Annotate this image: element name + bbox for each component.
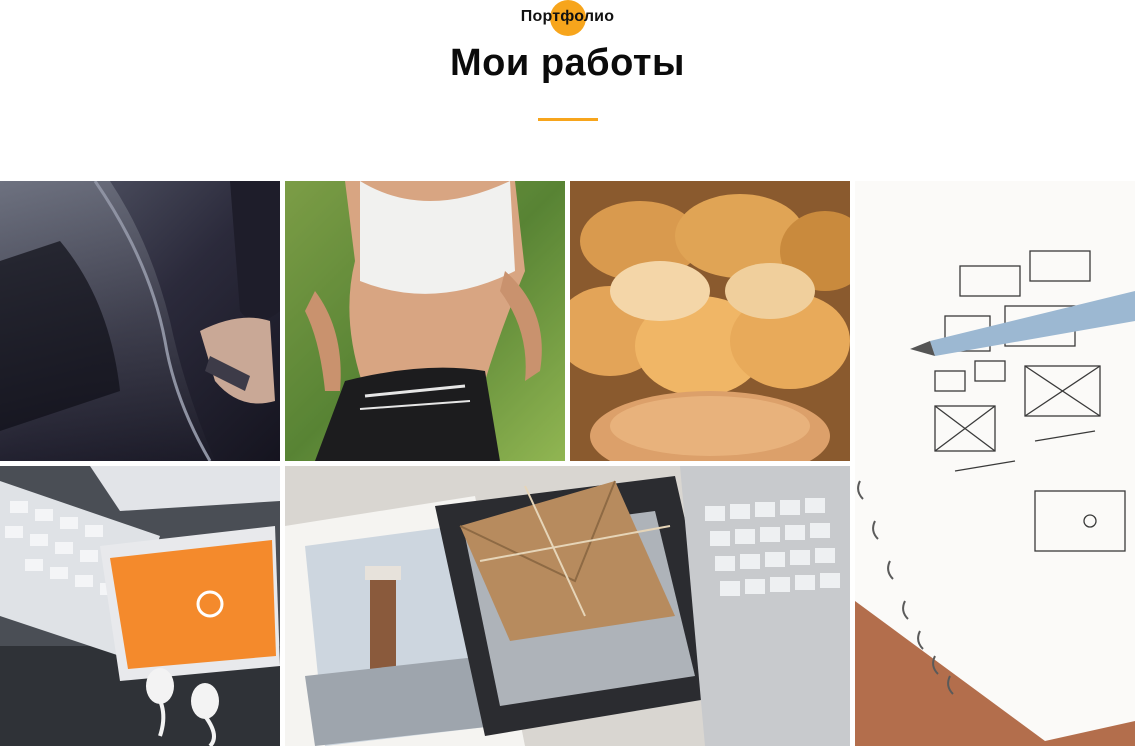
car-door-image bbox=[0, 181, 280, 461]
portfolio-item-bread[interactable] bbox=[570, 181, 850, 461]
portfolio-item-sketchbook[interactable] bbox=[855, 181, 1135, 746]
phone-keyboard-image bbox=[0, 466, 280, 746]
section-eyebrow: Портфолио bbox=[520, 8, 615, 25]
section-title: Мои работы bbox=[450, 42, 685, 84]
portfolio-item-laptop-envelope[interactable] bbox=[285, 466, 850, 746]
portfolio-header: Портфолио Мои работы bbox=[0, 0, 1135, 181]
sketchbook-image bbox=[855, 181, 1135, 746]
portfolio-grid bbox=[0, 181, 1135, 746]
eyebrow-wrap: Портфолио bbox=[0, 0, 1135, 36]
portfolio-item-car-door[interactable] bbox=[0, 181, 280, 461]
title-underline bbox=[538, 118, 598, 121]
portfolio-item-runner[interactable] bbox=[285, 181, 565, 461]
bread-image bbox=[570, 181, 850, 461]
portfolio-item-phone-keyboard[interactable] bbox=[0, 466, 280, 746]
runner-image bbox=[285, 181, 565, 461]
laptop-envelope-image bbox=[285, 466, 850, 746]
